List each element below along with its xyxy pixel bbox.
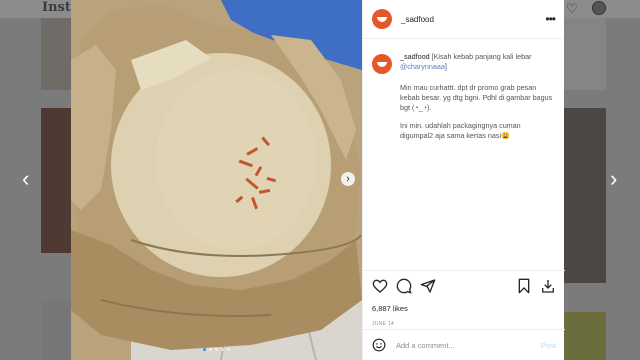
caption-paragraph: Ini min. udahlah packagingnya cuman digu… xyxy=(400,121,521,140)
caption-text-end: ] xyxy=(444,62,447,71)
feed-thumbnail xyxy=(564,108,606,283)
post-date: JUNE 14 xyxy=(372,321,395,327)
download-icon[interactable] xyxy=(540,278,556,294)
caption-mention[interactable]: @charynnaaa xyxy=(400,62,445,71)
author-username[interactable]: _sadfood xyxy=(401,15,434,24)
action-icons-row xyxy=(372,278,556,294)
more-options-icon[interactable]: ••• xyxy=(545,12,556,26)
chevron-right-icon[interactable]: › xyxy=(610,168,617,190)
feed-thumbnail xyxy=(41,18,71,90)
carousel-next-button[interactable]: › xyxy=(341,172,355,186)
comment-input[interactable] xyxy=(396,340,524,350)
feed-thumbnail xyxy=(564,312,606,360)
carousel-dot xyxy=(203,348,206,351)
feed-thumbnail xyxy=(41,108,71,253)
carousel-dot xyxy=(209,348,212,351)
comment-icon[interactable] xyxy=(396,278,412,294)
post-sidebar: _sadfood ••• _sadfood [Kisah kebab panja… xyxy=(362,0,565,360)
carousel-indicator xyxy=(203,348,230,351)
post-caption: _sadfood [Kisah kebab panjang kali lebar… xyxy=(363,39,564,141)
post-header: _sadfood ••• xyxy=(363,0,564,39)
post-comment-button[interactable]: Post xyxy=(541,341,556,350)
activity-heart-icon: ♡ xyxy=(566,1,578,16)
carousel-dot xyxy=(221,348,224,351)
like-count[interactable]: 6,887 likes xyxy=(372,304,556,313)
kebab-photo xyxy=(71,0,362,360)
carousel-dot xyxy=(227,348,230,351)
caption-body: _sadfood [Kisah kebab panjang kali lebar… xyxy=(400,52,555,141)
post-modal: › _sadfood ••• _sadfood [Kisah kebab pan… xyxy=(71,0,565,360)
chevron-left-icon[interactable]: ‹ xyxy=(22,168,29,190)
carousel-dot xyxy=(215,348,218,351)
profile-avatar xyxy=(592,1,606,15)
feed-thumbnail xyxy=(41,300,71,360)
emoji-icon[interactable] xyxy=(372,338,386,352)
caption-avatar[interactable] xyxy=(372,54,392,74)
post-image: › xyxy=(71,0,362,360)
caption-username[interactable]: _sadfood xyxy=(400,52,430,61)
share-icon[interactable] xyxy=(420,278,436,294)
feed-thumbnail xyxy=(564,18,606,90)
caption-paragraph: Min mau curhattt. dpt dr promo grab pesa… xyxy=(400,83,553,112)
bookmark-icon[interactable] xyxy=(516,278,532,294)
comment-bar: Post xyxy=(363,329,565,360)
heart-icon[interactable] xyxy=(372,278,388,294)
caption-text: [Kisah kebab panjang kali lebar xyxy=(429,52,532,61)
post-actions: 6,887 likes JUNE 14 xyxy=(363,270,565,327)
author-avatar[interactable] xyxy=(372,9,392,29)
